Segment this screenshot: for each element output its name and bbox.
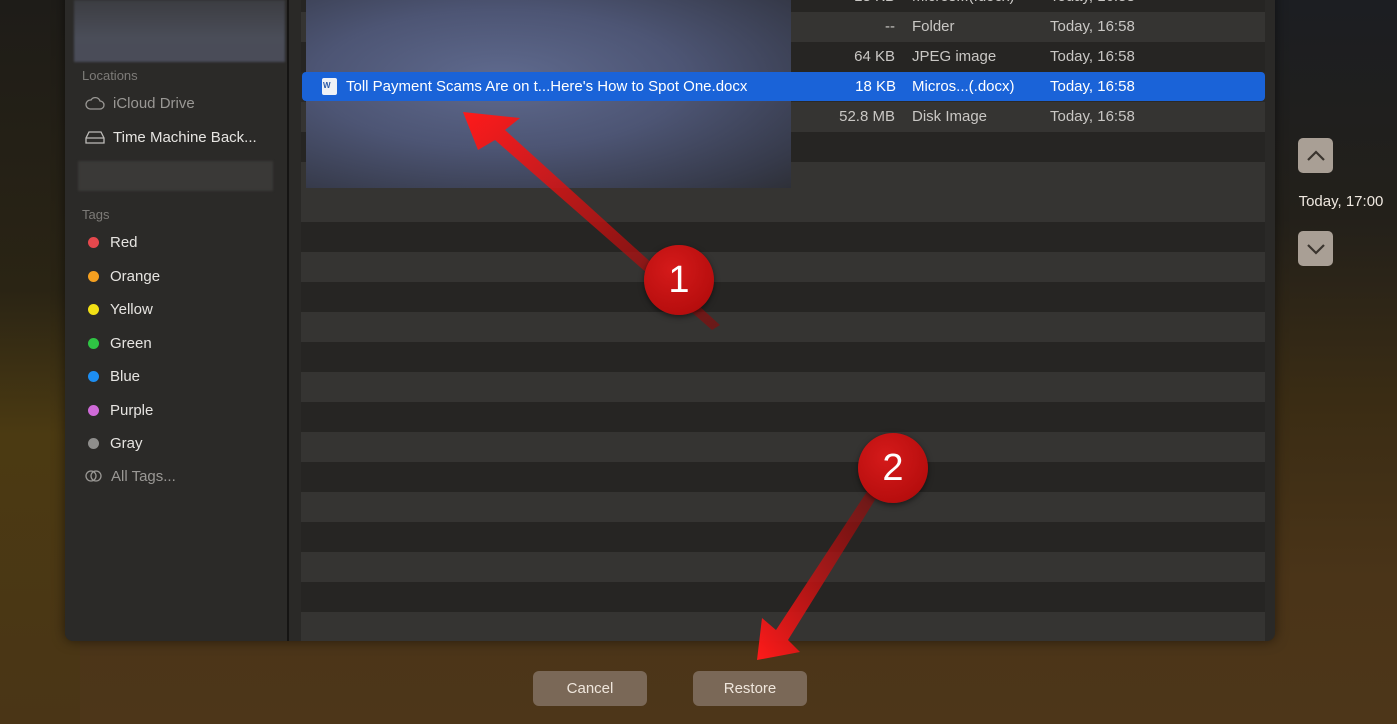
restore-button[interactable]: Restore xyxy=(693,671,807,706)
sidebar-item-label: Red xyxy=(110,233,138,251)
sidebar-blurred-item xyxy=(78,161,273,191)
file-date: Today, 16:58 xyxy=(1050,0,1135,12)
file-kind: Folder xyxy=(912,18,955,35)
disk-drive-icon xyxy=(85,131,105,144)
file-size: -- xyxy=(885,18,895,35)
sidebar-tag-gray[interactable]: Gray xyxy=(85,431,143,455)
file-kind: Disk Image xyxy=(912,108,988,125)
file-list: -- Folder Today, 16:58 18 KB Micros...(.… xyxy=(301,0,1265,641)
sidebar-item-label: iCloud Drive xyxy=(113,94,195,112)
tag-color-dot-icon xyxy=(88,404,99,416)
tag-color-dot-icon xyxy=(88,303,99,315)
sidebar-tag-purple[interactable]: Purple xyxy=(85,398,153,422)
sidebar-tag-green[interactable]: Green xyxy=(85,331,152,355)
sidebar-item-icloud-drive[interactable]: iCloud Drive xyxy=(85,91,195,115)
sidebar-item-label: Yellow xyxy=(110,300,153,318)
tags-heading: Tags xyxy=(82,207,110,222)
sidebar-item-label: Gray xyxy=(110,434,143,452)
file-size: 18 KB xyxy=(854,0,895,12)
sidebar-tag-blue[interactable]: Blue xyxy=(85,364,140,388)
sidebar-item-label: Time Machine Back... xyxy=(113,128,257,146)
cloud-icon xyxy=(85,96,105,110)
sidebar-item-label: Purple xyxy=(110,401,154,419)
tag-color-dot-icon xyxy=(88,236,99,248)
sidebar-item-label: Green xyxy=(110,334,152,352)
callout-badge-2: 2 xyxy=(858,433,928,503)
timeline-current-date: Today, 17:00 xyxy=(1298,193,1384,210)
chevron-down-icon xyxy=(1306,243,1325,255)
tag-color-dot-icon xyxy=(88,437,99,449)
file-kind: Micros...(.docx) xyxy=(912,0,1015,12)
file-name: Toll Payment Scams Are on t...Here's How… xyxy=(346,78,748,95)
tag-color-dot-icon xyxy=(88,337,99,349)
sidebar-blurred-region xyxy=(74,0,285,62)
sidebar-tag-orange[interactable]: Orange xyxy=(85,264,160,288)
cancel-button[interactable]: Cancel xyxy=(533,671,647,706)
sidebar-tag-yellow[interactable]: Yellow xyxy=(85,297,153,321)
sidebar-item-label: All Tags... xyxy=(111,467,176,485)
locations-heading: Locations xyxy=(82,68,138,83)
file-date: Today, 16:58 xyxy=(1050,78,1135,95)
sidebar-tag-red[interactable]: Red xyxy=(85,230,138,254)
word-document-icon: W xyxy=(322,78,337,95)
callout-badge-1: 1 xyxy=(644,245,714,315)
sidebar: Locations iCloud Drive Time Machine Back… xyxy=(65,0,289,641)
all-tags-icon xyxy=(85,470,102,482)
tag-color-dot-icon xyxy=(88,270,99,282)
sidebar-all-tags[interactable]: All Tags... xyxy=(85,464,176,488)
time-machine-browser-window: Locations iCloud Drive Time Machine Back… xyxy=(65,0,1275,641)
file-size: 18 KB xyxy=(855,78,896,95)
sidebar-item-time-machine-backups[interactable]: Time Machine Back... xyxy=(85,125,257,149)
file-row-selected[interactable]: W Toll Payment Scams Are on t...Here's H… xyxy=(302,72,1265,101)
timeline-up-button[interactable] xyxy=(1298,138,1333,173)
tag-color-dot-icon xyxy=(88,370,99,382)
file-date: Today, 16:58 xyxy=(1050,18,1135,35)
file-kind: Micros...(.docx) xyxy=(912,78,1015,95)
timeline-down-button[interactable] xyxy=(1298,231,1333,266)
chevron-up-icon xyxy=(1306,149,1325,161)
file-size: 52.8 MB xyxy=(839,108,895,125)
file-date: Today, 16:58 xyxy=(1050,108,1135,125)
sidebar-item-label: Orange xyxy=(110,267,161,285)
file-kind: JPEG image xyxy=(912,48,997,65)
file-size: 64 KB xyxy=(854,48,895,65)
file-date: Today, 16:58 xyxy=(1050,48,1135,65)
sidebar-item-label: Blue xyxy=(110,367,141,385)
